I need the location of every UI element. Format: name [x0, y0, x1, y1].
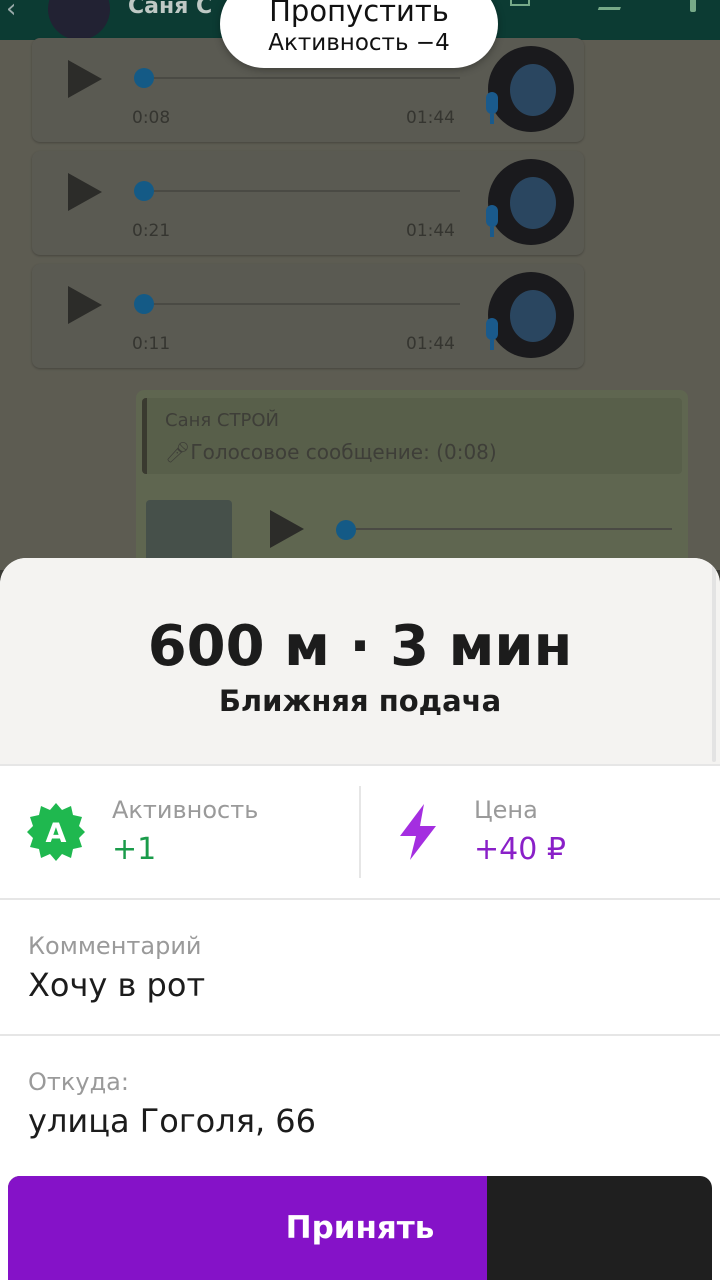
comment-label: Комментарий [28, 932, 202, 960]
audio-seek-knob[interactable] [336, 520, 356, 540]
sender-avatar [488, 159, 574, 245]
play-icon[interactable] [270, 510, 304, 548]
contact-name[interactable]: Саня С [128, 0, 212, 19]
microphone-icon [486, 318, 498, 350]
quoted-text: 🎤︎Голосовое сообщение: (0:08) [165, 440, 497, 464]
play-icon[interactable] [68, 60, 102, 98]
call-icon[interactable] [597, 0, 625, 10]
divider [0, 764, 720, 766]
voice-position: 0:11 [132, 334, 171, 354]
lightning-icon [400, 804, 436, 860]
divider [0, 1034, 720, 1036]
voice-duration: 01:44 [406, 108, 455, 128]
accept-button[interactable]: Принять [8, 1176, 712, 1280]
sender-avatar [488, 46, 574, 132]
voice-duration: 01:44 [406, 221, 455, 241]
audio-track[interactable] [352, 528, 672, 530]
order-card: 600 м · 3 мин Ближняя подача A Активност… [0, 558, 720, 1280]
audio-seek-knob[interactable] [134, 68, 154, 88]
voice-duration: 01:44 [406, 334, 455, 354]
play-icon[interactable] [68, 286, 102, 324]
voice-message[interactable]: 0:11 01:44 [32, 264, 584, 368]
skip-button[interactable]: Пропустить Активность −4 [220, 0, 498, 68]
microphone-icon [486, 92, 498, 124]
price-label: Цена [474, 796, 538, 824]
order-card-header: 600 м · 3 мин Ближняя подача [0, 558, 720, 764]
play-icon[interactable] [68, 173, 102, 211]
comment-value: Хочу в рот [28, 966, 206, 1004]
more-menu-icon[interactable] [690, 0, 696, 12]
accept-label: Принять [285, 1210, 435, 1246]
from-label: Откуда: [28, 1068, 129, 1096]
audio-track[interactable] [144, 303, 460, 305]
activity-badge-letter: A [46, 818, 67, 849]
skip-activity-penalty: Активность −4 [268, 30, 450, 56]
audio-seek-knob[interactable] [134, 294, 154, 314]
price-value: +40 ₽ [474, 832, 566, 867]
microphone-icon [486, 205, 498, 237]
distance-time: 600 м · 3 мин [147, 614, 573, 679]
pickup-type: Ближняя подача [218, 684, 502, 718]
voice-message[interactable]: 0:21 01:44 [32, 151, 584, 255]
chat-background: ‹ Саня С 0:08 01:44 0:21 01:44 0:11 01:4… [0, 0, 720, 570]
sender-avatar [488, 272, 574, 358]
voice-position: 0:08 [132, 108, 171, 128]
quoted-text-label: Голосовое сообщение: (0:08) [190, 440, 497, 464]
video-call-icon[interactable] [510, 0, 530, 6]
divider [0, 898, 720, 900]
skip-title: Пропустить [269, 0, 449, 28]
audio-track[interactable] [144, 190, 460, 192]
voice-position: 0:21 [132, 221, 171, 241]
quoted-message[interactable]: Саня СТРОЙ 🎤︎Голосовое сообщение: (0:08) [142, 398, 682, 474]
scrollbar[interactable] [712, 562, 716, 762]
audio-seek-knob[interactable] [134, 181, 154, 201]
reply-message[interactable]: Саня СТРОЙ 🎤︎Голосовое сообщение: (0:08) [136, 390, 688, 570]
activity-label: Активность [112, 796, 259, 824]
contact-avatar[interactable] [48, 0, 110, 40]
activity-value: +1 [112, 832, 157, 867]
divider-vertical [359, 786, 361, 878]
quoted-sender: Саня СТРОЙ [165, 410, 279, 431]
audio-track[interactable] [144, 77, 460, 79]
from-address: улица Гоголя, 66 [28, 1102, 316, 1140]
activity-badge-icon: A [27, 803, 85, 861]
back-arrow-icon[interactable]: ‹ [6, 0, 16, 22]
